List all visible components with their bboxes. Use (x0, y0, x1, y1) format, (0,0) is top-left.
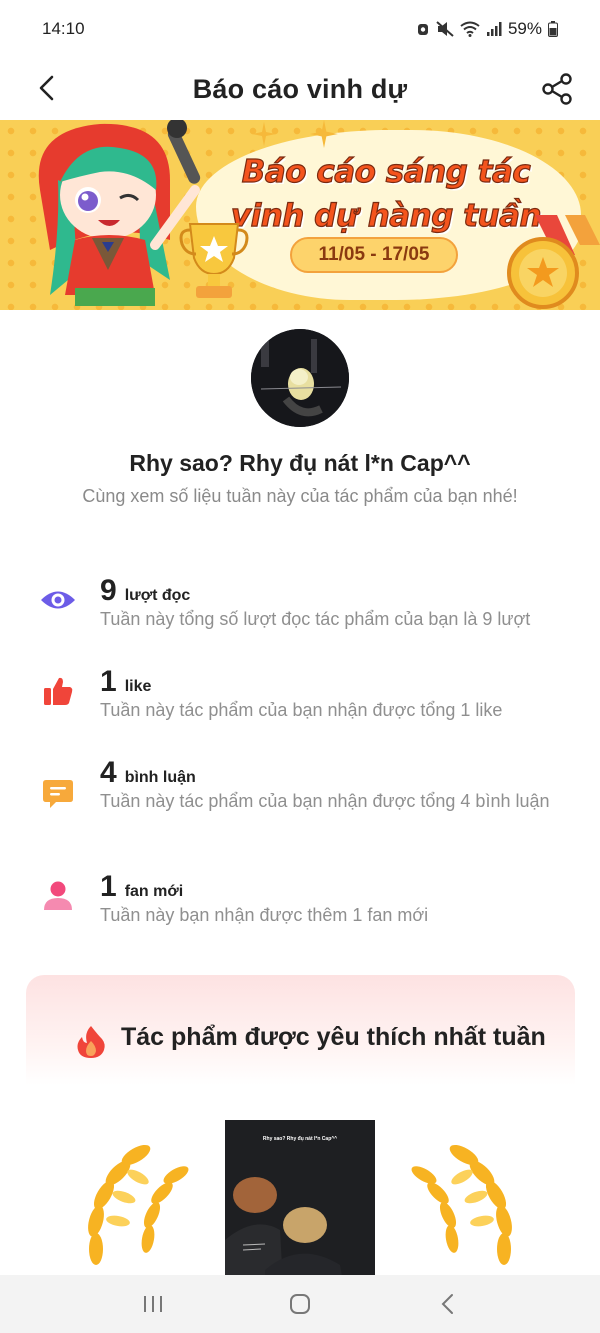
stat-comments-description: Tuần này tác phẩm của bạn nhận được tổng… (100, 791, 550, 811)
status-time: 14:10 (42, 19, 85, 38)
date-range-badge: 11/05 - 17/05 (290, 237, 458, 273)
nav-back-button[interactable] (417, 1279, 477, 1329)
stat-comments: 4 bình luận Tuần này tác phẩm của bạn nh… (38, 756, 568, 836)
back-icon (441, 1294, 453, 1314)
sparkle-icon (310, 120, 338, 148)
stat-likes-description: Tuần này tác phẩm của bạn nhận được tổng… (100, 700, 503, 720)
stat-likes: 1 like Tuần này tác phẩm của bạn nhận đư… (38, 665, 568, 725)
chevron-left-icon (39, 75, 54, 101)
laurel-right-icon (411, 1144, 512, 1265)
work-subtitle: Cùng xem số liệu tuần này của tác phẩm c… (82, 486, 518, 506)
banner-title-line1: Báo cáo sáng tác (241, 153, 531, 190)
banner-title-line2: vinh dự hàng tuần (230, 197, 542, 234)
recent-apps-icon (144, 1296, 163, 1312)
back-button[interactable] (26, 68, 66, 108)
share-icon (542, 73, 572, 105)
fire-icon (77, 1026, 105, 1058)
stat-comments-value: 4 (100, 756, 117, 789)
home-icon (289, 1294, 310, 1314)
cover-title-text: Rhy sao? Rhy đụ nát l*n Cap^^ (262, 1136, 338, 1142)
stat-fans-description: Tuần này bạn nhận được thêm 1 fan mới (100, 905, 429, 925)
system-nav-bar (0, 1275, 600, 1333)
battery-icon (548, 21, 558, 37)
thumbs-up-icon (38, 671, 78, 711)
stat-likes-head: 1 like (100, 665, 151, 699)
stat-reads: 9 lượt đọc Tuần này tổng số lượt đọc tác… (38, 574, 568, 634)
recent-apps-button[interactable] (123, 1279, 183, 1329)
stat-reads-head: 9 lượt đọc (100, 574, 190, 608)
eye-icon (38, 580, 78, 620)
stat-comments-head: 4 bình luận (100, 756, 196, 790)
home-button[interactable] (270, 1279, 330, 1329)
wifi-icon (460, 21, 480, 37)
stat-fans-value: 1 (100, 870, 117, 903)
stat-reads-value: 9 (100, 574, 117, 607)
work-avatar[interactable] (251, 329, 349, 427)
trophy-icon (179, 223, 249, 298)
laurel-left-icon (88, 1144, 189, 1265)
stat-fans: 1 fan mới Tuần này bạn nhận được thêm 1 … (38, 870, 568, 930)
page-title: Báo cáo vinh dự (192, 73, 408, 104)
work-cover-thumbnail (251, 329, 349, 427)
stat-likes-unit: like (124, 678, 152, 695)
stat-reads-description: Tuần này tổng số lượt đọc tác phẩm của b… (100, 609, 531, 629)
banner-title: Báo cáo sáng tác vinh dự hàng tuần (226, 150, 546, 238)
sparkle-icon (252, 122, 276, 146)
app-header: Báo cáo vinh dự (0, 58, 600, 120)
status-icons: 59% (416, 19, 558, 39)
status-bar: 14:10 59% (0, 0, 600, 58)
weekly-report-banner: Báo cáo sáng tác vinh dự hàng tuần 11/05… (0, 120, 600, 310)
stat-fans-head: 1 fan mới (100, 870, 183, 904)
stat-likes-value: 1 (100, 665, 117, 698)
stat-reads-unit: lượt đọc (124, 587, 191, 604)
stat-comments-unit: bình luận (124, 769, 196, 786)
mute-icon (436, 21, 454, 37)
share-button[interactable] (536, 68, 578, 110)
work-title: Rhy sao? Rhy đụ nát l*n Cap^^ (129, 450, 471, 476)
battery-percent: 59% (507, 19, 542, 38)
favorite-work-title: Tác phẩm được yêu thích nhất tuần (121, 1023, 546, 1051)
medal-icon (507, 215, 600, 309)
alarm-icon (417, 24, 428, 35)
comment-icon (38, 774, 78, 814)
stat-fans-unit: fan mới (124, 883, 184, 900)
signal-icon (486, 22, 502, 36)
user-icon (38, 876, 78, 916)
